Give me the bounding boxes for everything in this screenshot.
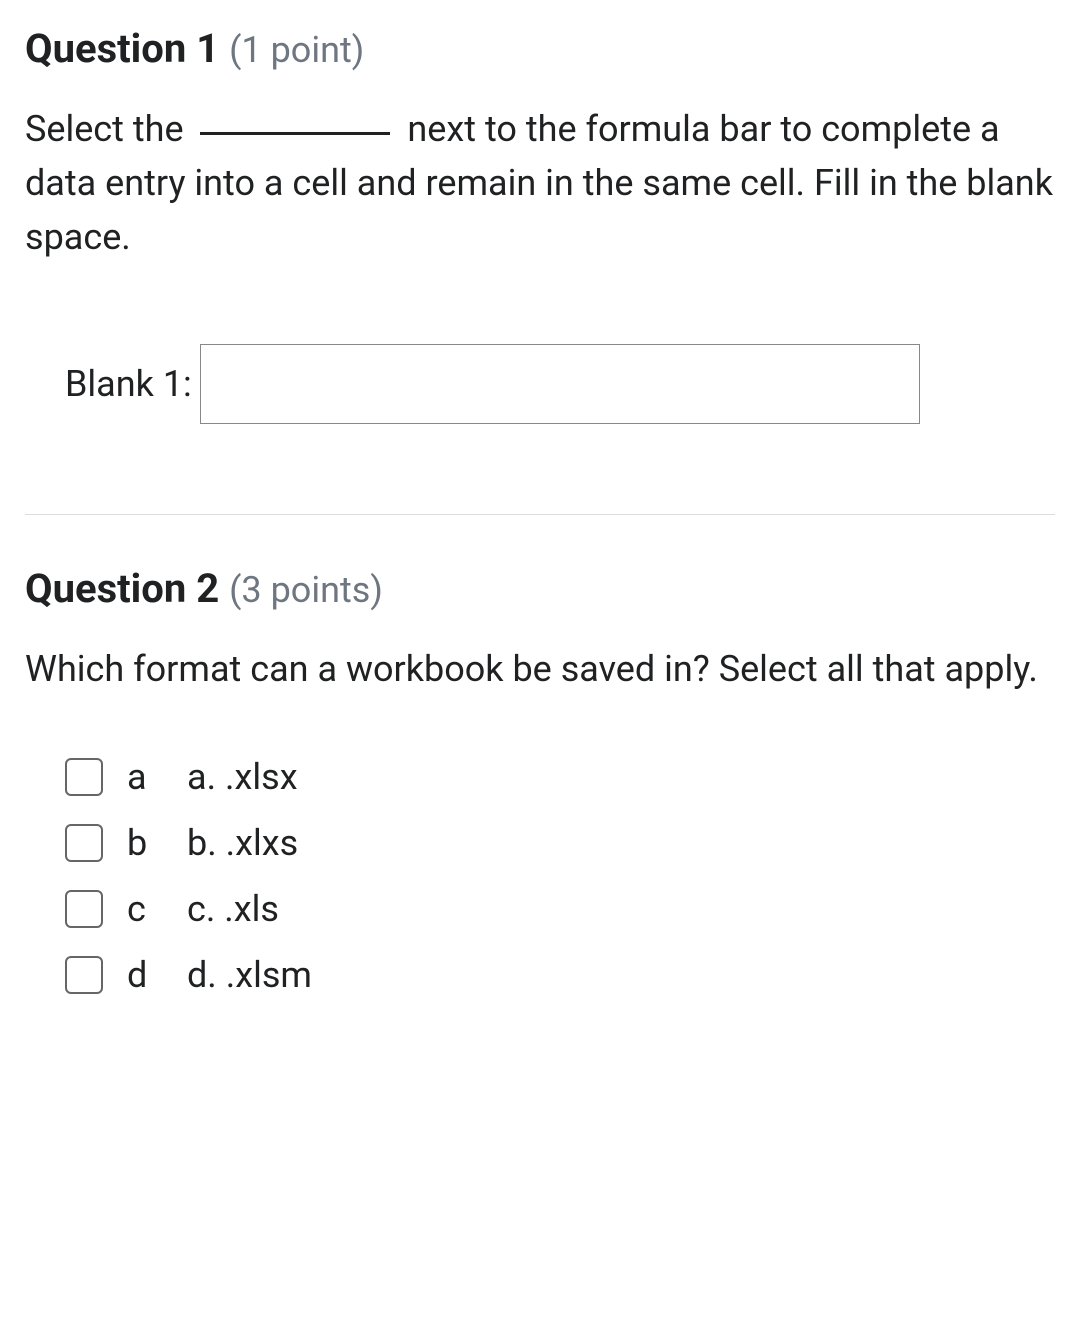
question-2: Question 2 (3 points) Which format can a… xyxy=(25,565,1055,1070)
option-a-letter: a xyxy=(127,756,187,798)
question-2-header: Question 2 (3 points) xyxy=(25,565,1055,612)
option-c-text: c. .xls xyxy=(187,888,279,930)
question-1-title: Question 1 xyxy=(25,25,219,72)
blank-1-row: Blank 1: xyxy=(65,344,1055,424)
question-2-points: (3 points) xyxy=(229,569,383,611)
question-1-prompt: Select the next to the formula bar to co… xyxy=(25,102,1055,264)
question-1-header: Question 1 (1 point) xyxy=(25,25,1055,72)
option-d-checkbox[interactable] xyxy=(65,956,103,994)
question-1: Question 1 (1 point) Select the next to … xyxy=(25,25,1055,515)
option-d-text: d. .xlsm xyxy=(187,954,312,996)
option-d-letter: d xyxy=(127,954,187,996)
option-b-checkbox[interactable] xyxy=(65,824,103,862)
option-d-row: d d. .xlsm xyxy=(65,954,1055,996)
blank-1-input[interactable] xyxy=(200,344,920,424)
question-2-options: a a. .xlsx b b. .xlxs c c. .xls d d. .xl… xyxy=(65,756,1055,996)
blank-1-label: Blank 1: xyxy=(65,363,192,405)
option-c-letter: c xyxy=(127,888,187,930)
option-b-letter: b xyxy=(127,822,187,864)
question-2-prompt: Which format can a workbook be saved in?… xyxy=(25,642,1055,696)
option-c-row: c c. .xls xyxy=(65,888,1055,930)
option-a-checkbox[interactable] xyxy=(65,758,103,796)
question-2-title: Question 2 xyxy=(25,565,219,612)
option-b-row: b b. .xlxs xyxy=(65,822,1055,864)
option-a-text: a. .xlsx xyxy=(187,756,298,798)
blank-line xyxy=(200,132,390,135)
option-a-row: a a. .xlsx xyxy=(65,756,1055,798)
question-1-points: (1 point) xyxy=(229,29,364,71)
question-1-prompt-before: Select the xyxy=(25,108,192,150)
option-b-text: b. .xlxs xyxy=(187,822,298,864)
option-c-checkbox[interactable] xyxy=(65,890,103,928)
